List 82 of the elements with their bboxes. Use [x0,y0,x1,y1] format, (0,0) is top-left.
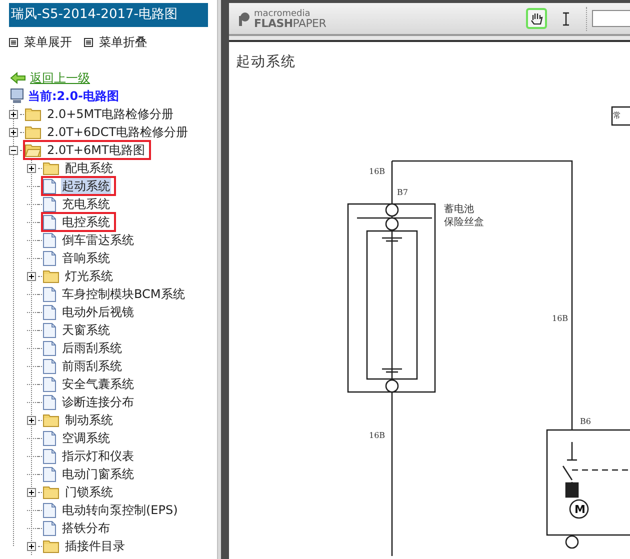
tree-item[interactable]: 插接件目录 [42,537,130,555]
tree-item[interactable]: 天窗系统 [42,321,115,339]
folder-icon [25,108,41,120]
motor-label: M [574,503,586,516]
page-number-field[interactable] [592,10,630,27]
tree-item[interactable]: 安全气囊系统 [42,375,139,393]
tree-item[interactable]: 电控系统 [42,213,115,231]
menu-toggle-button[interactable]: 菜单折叠 [84,33,147,51]
tree-item[interactable]: 2.0T+6MT电路图 [24,141,150,159]
document-icon [43,466,56,482]
component-label: 保险丝盒 [444,217,484,228]
document-icon [43,340,56,356]
tree-item[interactable]: 灯光系统 [42,267,118,285]
tree-item[interactable]: 后雨刮系统 [42,339,127,357]
expand-icon[interactable] [27,164,36,172]
wire-label: 16B [369,167,386,176]
folder-icon [43,486,59,498]
collapse-icon[interactable] [9,146,18,154]
tree-item[interactable]: 配电系统 [42,159,118,177]
open-folder-icon [25,144,41,156]
document-icon [43,232,56,248]
logo-icon [237,12,251,26]
wire-label: 16B [369,431,386,440]
tree-item[interactable]: 电动外后视镜 [42,303,139,321]
computer-icon [10,88,24,104]
text-cursor-icon [562,12,570,26]
folder-icon [25,126,41,138]
document-icon [43,376,56,392]
expand-icon[interactable] [27,416,36,424]
tree-item[interactable]: 前雨刮系统 [42,357,127,375]
folder-icon [43,540,59,552]
tree-item[interactable]: 音响系统 [42,249,115,267]
document-icon [43,394,56,410]
document-icon [43,214,56,230]
wire-label: B7 [397,188,408,197]
tree-item[interactable]: 倒车雷达系统 [42,231,139,249]
expand-icon[interactable] [9,110,18,118]
tree-item[interactable]: 制动系统 [42,411,118,429]
component-label: 蓄电池 [444,204,474,215]
folder-icon [43,162,59,174]
tree-item[interactable]: 指示灯和仪表 [42,447,139,465]
product-logo: macromedia FLASHPAPER [254,10,326,28]
hand-tool-button[interactable] [526,8,547,29]
list-icon [84,38,93,46]
tree-item[interactable]: 空调系统 [42,429,115,447]
wire-label: B6 [580,417,591,426]
wire-label: 16B [552,314,568,323]
expand-icon[interactable] [27,488,36,496]
back-arrow-icon [10,72,26,84]
menu-toggle-button[interactable]: 菜单展开 [9,33,72,51]
document-icon [43,322,56,338]
folder-icon [43,414,59,426]
tree-item[interactable]: 诊断连接分布 [42,393,139,411]
folder-icon [43,270,59,282]
current-location: 当前:2.0-电路图 [28,88,120,105]
list-icon [9,38,18,46]
back-link[interactable]: 返回上一级 [30,69,90,87]
document-icon [43,178,56,194]
expand-icon[interactable] [9,128,18,136]
tree-item[interactable]: 充电系统 [42,195,115,213]
document-icon [43,196,56,212]
document-icon [43,520,56,536]
tree-item[interactable]: 2.0+5MT电路检修分册 [24,105,178,123]
document-icon [43,286,56,302]
document-icon [43,358,56,374]
app-title: 瑞风-S5-2014-2017-电路图 [9,3,208,27]
tag-label: 常 [613,111,621,120]
tree-item[interactable]: 2.0T+6DCT电路检修分册 [24,123,194,141]
document-title: 起动系统 [236,53,296,72]
expand-icon[interactable] [27,272,36,280]
document-icon [43,430,56,446]
tree-item[interactable]: 搭铁分布 [42,519,115,537]
document-icon [43,304,56,320]
document-icon [43,502,56,518]
hand-icon [530,12,544,26]
tree-item[interactable]: 车身控制模块BCM系统 [42,285,190,303]
tree-item[interactable]: 电动转向泵控制(EPS) [42,501,183,519]
tree-item[interactable]: 电动门窗系统 [42,465,139,483]
tree-item[interactable]: 门锁系统 [42,483,118,501]
document-icon [43,250,56,266]
expand-icon[interactable] [27,542,36,550]
document-icon [43,448,56,464]
